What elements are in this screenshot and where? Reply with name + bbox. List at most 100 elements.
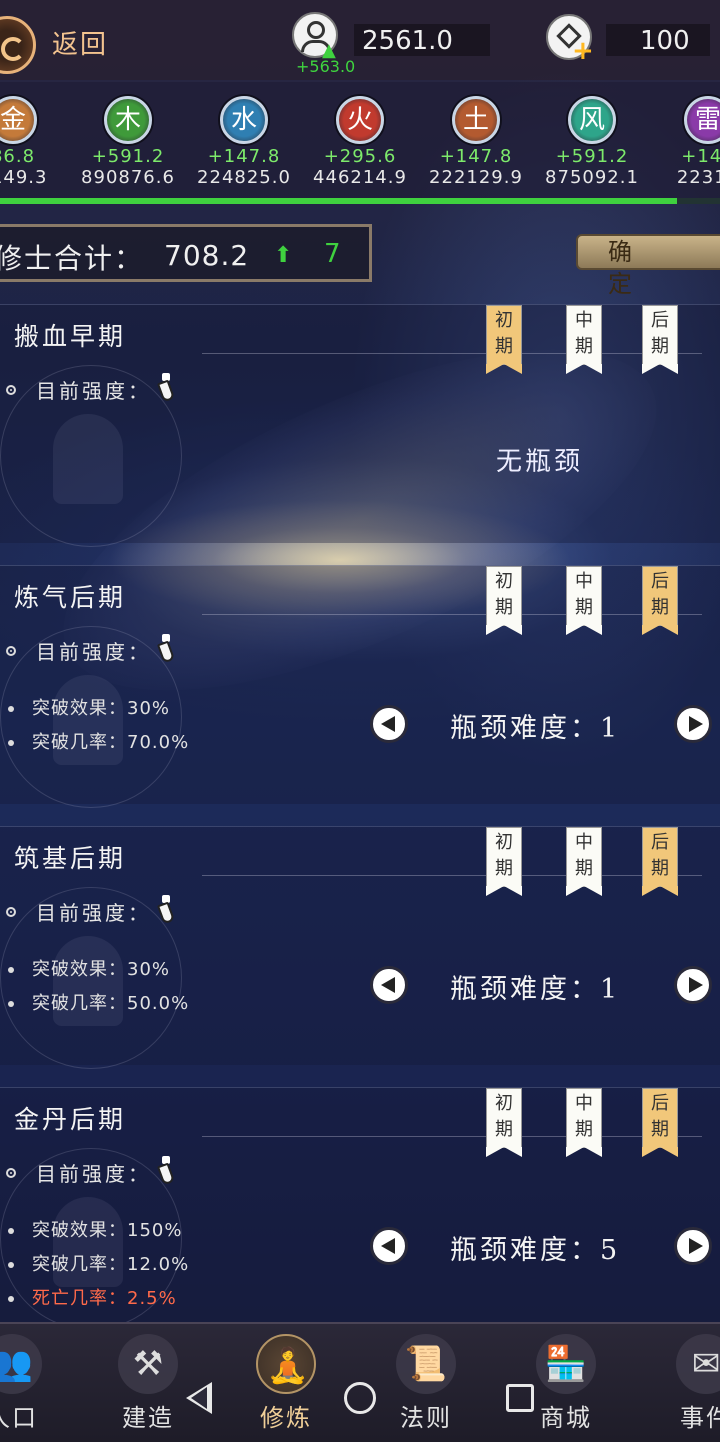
meditation-icon-glyph: 🧘 [266,1346,310,1386]
breakthrough-chance: 突破几率：50.0% [32,993,190,1014]
stage-tag[interactable]: 后期 [642,305,678,374]
stage-tag-label: 后期 [651,310,669,357]
element-item[interactable]: 土 +147.8 222129.9 [418,96,534,188]
stage-panel: 搬血早期 初期 中期 后期 目前强度： 无瓶颈 [0,304,720,547]
element-item[interactable]: 火 +295.6 446214.9 [302,96,418,188]
chance-bullet-icon [8,740,14,746]
element-resources-bar: 金86.85149.3木+591.2890876.6水+147.8224825.… [0,82,720,202]
stage-tag[interactable]: 中期 [566,566,602,635]
nav-item-0[interactable]: 👥 人口 [0,1334,62,1442]
death-bullet-icon [8,1296,14,1302]
nav-item-3[interactable]: 📜 法则 [376,1334,476,1442]
element-item[interactable]: 雷+14722315 [650,96,720,188]
stage-tag[interactable]: 初期 [486,827,522,896]
element-delta: +147.8 [439,146,513,167]
stage-divider [202,875,702,876]
confirm-button[interactable]: 确 定 [576,234,720,298]
element-total: 5149.3 [0,167,48,188]
back-icon [0,16,36,74]
stage-tag-label: 初期 [495,1093,513,1140]
element-delta: +591.2 [555,146,629,167]
stage-tag-label: 中期 [575,832,593,879]
stage-tag-label: 初期 [495,310,513,357]
breakthrough-effect: 突破效果：30% [32,959,171,980]
breakthrough-chance: 突破几率：12.0% [32,1254,190,1275]
nav-item-1[interactable]: ⚒ 建造 [98,1334,198,1442]
element-total: 222129.9 [429,167,523,188]
nav-item-5[interactable]: ✉ 事件 [656,1334,720,1442]
difficulty-increase-button[interactable] [674,966,712,1004]
event-icon: ✉ [676,1334,720,1394]
chance-bullet-icon [8,1001,14,1007]
nav-label: 事件 [680,1404,720,1432]
difficulty-decrease-button[interactable] [370,966,408,1004]
death-chance: 死亡几率：2.5% [32,1288,177,1309]
difficulty-decrease-button[interactable] [370,1227,408,1265]
cultivator-summary: 修士合计： 708.2 ⬆ 7 [0,224,372,282]
element-total: 446214.9 [313,167,407,188]
stage-tag[interactable]: 初期 [486,305,522,374]
build-tools-icon-glyph: ⚒ [132,1344,164,1384]
stage-tag[interactable]: 后期 [642,566,678,635]
element-symbol-icon: 风 [568,96,616,144]
element-item[interactable]: 木 +591.2 890876.6 [70,96,186,188]
element-symbol-icon: 木 [104,96,152,144]
element-delta: +295.6 [323,146,397,167]
bottleneck-difficulty: 瓶颈难度：1 [450,713,621,744]
population-icon: 👥 [0,1334,42,1394]
stage-tag[interactable]: 中期 [566,1088,602,1157]
dropper-icon[interactable] [156,634,176,668]
element-item[interactable]: 水 +147.8 224825.0 [186,96,302,188]
add-gem-icon[interactable]: + [572,36,594,66]
dropper-icon[interactable] [156,895,176,929]
gem-value: 100 [640,26,690,56]
system-home-icon[interactable] [344,1382,376,1414]
strength-bullet-icon [6,385,16,395]
stage-tag[interactable]: 中期 [566,827,602,896]
nav-label: 修炼 [260,1404,312,1432]
stage-tag[interactable]: 后期 [642,1088,678,1157]
stage-panel: 筑基后期 初期 中期 后期目前强度： 突破效果：30% 突破几率：50.0% 瓶颈难度：1 [0,826,720,1069]
stage-divider [202,353,702,354]
difficulty-increase-button[interactable] [674,1227,712,1265]
summary-value: 708.2 [164,239,250,272]
event-icon-glyph: ✉ [691,1344,720,1384]
difficulty-decrease-button[interactable] [370,705,408,743]
meditation-icon: 🧘 [256,1334,316,1394]
dropper-icon[interactable] [156,1156,176,1190]
stage-tag-label: 后期 [651,832,669,879]
stage-tag[interactable]: 中期 [566,305,602,374]
element-item[interactable]: 风 +591.2 875092.1 [534,96,650,188]
element-symbol-icon: 金 [0,96,37,144]
stage-tag[interactable]: 初期 [486,1088,522,1157]
element-item[interactable]: 金86.85149.3 [0,96,71,188]
element-total: 890876.6 [81,167,175,188]
breakthrough-effect: 突破效果：150% [32,1220,183,1241]
stage-tag[interactable]: 后期 [642,827,678,896]
dropper-icon[interactable] [156,373,176,407]
strength-label: 目前强度： [36,901,151,925]
stage-tag-label: 初期 [495,832,513,879]
strength-label: 目前强度： [36,379,151,403]
back-label: 返回 [52,30,109,60]
nav-label: 法则 [400,1404,452,1432]
stage-tag-label: 后期 [651,571,669,618]
stage-panel: 金丹后期 初期 中期 后期 目前强度： 突破效果：150% 突破几率：12.0% 死亡几率：2… [0,1087,720,1330]
system-recent-apps-icon[interactable] [506,1384,534,1412]
stage-name: 炼气后期 [14,583,127,612]
stage-tag-label: 中期 [575,571,593,618]
difficulty-increase-button[interactable] [674,705,712,743]
strength-bullet-icon [6,907,16,917]
population-delta: +563.0 [296,57,356,76]
element-total: 224825.0 [197,167,291,188]
element-delta: +591.2 [91,146,165,167]
nav-item-2[interactable]: 🧘 修炼 [236,1334,336,1442]
stage-name: 筑基后期 [14,844,127,873]
back-button[interactable]: 返回 [0,10,130,74]
population-value: 2561.0 [362,26,453,56]
stage-tag-label: 中期 [575,310,593,357]
stage-name: 金丹后期 [14,1105,127,1134]
stage-tag-label: 中期 [575,1093,593,1140]
bottleneck-difficulty: 瓶颈难度：1 [450,974,621,1005]
stage-tag[interactable]: 初期 [486,566,522,635]
